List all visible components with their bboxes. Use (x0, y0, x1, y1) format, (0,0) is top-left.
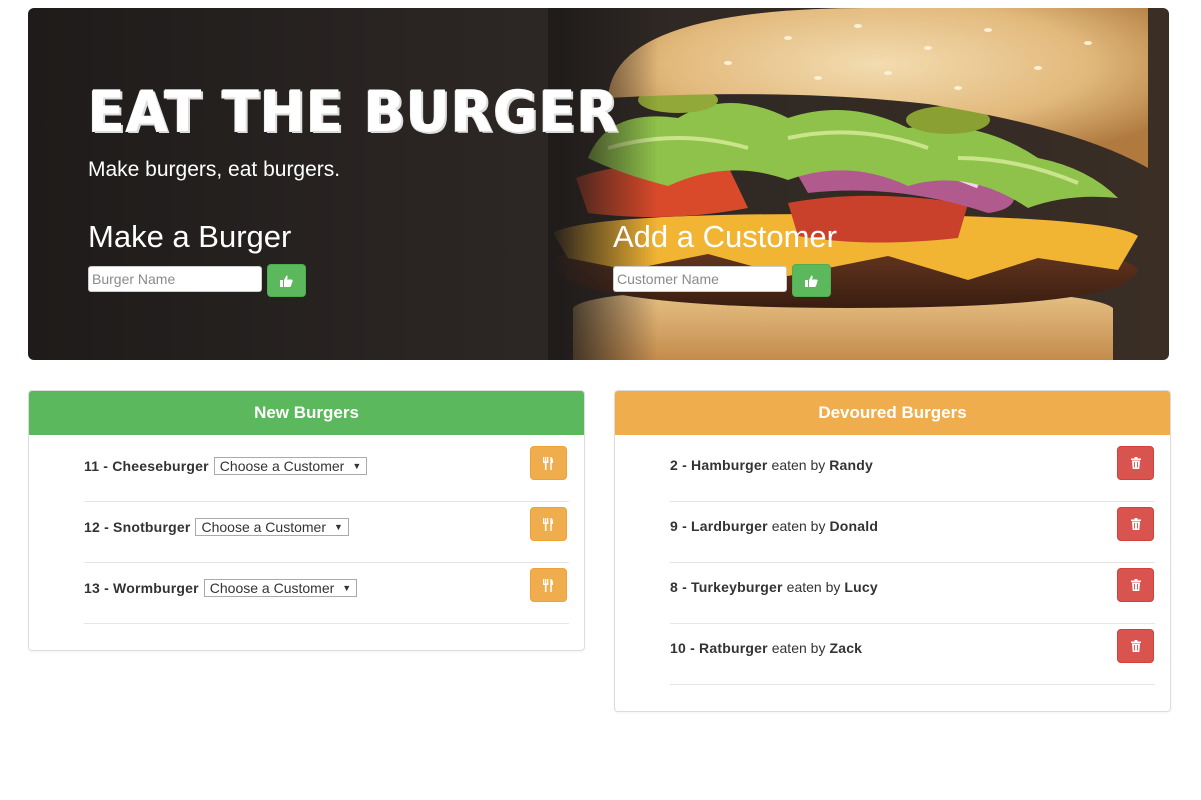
burger-label: 13 - Wormburger Choose a Customer ▼ (84, 579, 358, 597)
devoured-label: 2 - Hamburger eaten by Randy (670, 457, 874, 473)
devoured-label: 8 - Turkeyburger eaten by Lucy (670, 579, 878, 595)
cutlery-icon (543, 517, 554, 531)
list-item: 11 - Cheeseburger Choose a Customer ▼ (84, 441, 569, 502)
delete-button[interactable] (1117, 568, 1154, 602)
new-burgers-panel: New Burgers 11 - Cheeseburger Choose a C… (28, 390, 585, 651)
trash-icon (1130, 518, 1141, 530)
devoured-label: 9 - Lardburger eaten by Donald (670, 518, 879, 534)
add-burger-button[interactable] (267, 264, 306, 297)
add-customer-button[interactable] (792, 264, 831, 297)
customer-select[interactable]: Choose a Customer ▼ (203, 579, 358, 597)
delete-button[interactable] (1117, 507, 1154, 541)
list-item: 8 - Turkeyburger eaten by Lucy (670, 563, 1155, 624)
list-item: 12 - Snotburger Choose a Customer ▼ (84, 502, 569, 563)
devoured-burgers-header: Devoured Burgers (615, 391, 1170, 435)
devour-button[interactable] (530, 568, 567, 602)
devoured-burgers-panel: Devoured Burgers 2 - Hamburger eaten by … (614, 390, 1171, 712)
devour-button[interactable] (530, 507, 567, 541)
page-title: EAT THE BURGER (88, 78, 620, 145)
customer-name-input[interactable] (613, 266, 787, 292)
trash-icon (1130, 579, 1141, 591)
burger-photo (548, 8, 1148, 360)
add-customer-heading: Add a Customer (613, 219, 837, 254)
burger-name-input[interactable] (88, 266, 262, 292)
list-item: 2 - Hamburger eaten by Randy (670, 441, 1155, 502)
customer-select[interactable]: Choose a Customer ▼ (213, 457, 368, 475)
page-subtitle: Make burgers, eat burgers. (88, 158, 341, 181)
burger-label: 12 - Snotburger Choose a Customer ▼ (84, 518, 349, 536)
trash-icon (1130, 457, 1141, 469)
burger-label: 11 - Cheeseburger Choose a Customer ▼ (84, 457, 368, 475)
cutlery-icon (543, 456, 554, 470)
new-burgers-header: New Burgers (29, 391, 584, 435)
thumbs-up-icon (280, 275, 293, 287)
list-item: 9 - Lardburger eaten by Donald (670, 502, 1155, 563)
delete-button[interactable] (1117, 629, 1154, 663)
hero-jumbotron: EAT THE BURGER Make burgers, eat burgers… (28, 8, 1169, 360)
trash-icon (1130, 640, 1141, 652)
devoured-label: 10 - Ratburger eaten by Zack (670, 640, 863, 656)
customer-select[interactable]: Choose a Customer ▼ (195, 518, 349, 536)
thumbs-up-icon (805, 275, 818, 287)
list-item: 10 - Ratburger eaten by Zack (670, 624, 1155, 685)
make-burger-heading: Make a Burger (88, 219, 292, 254)
list-item: 13 - Wormburger Choose a Customer ▼ (84, 563, 569, 624)
cutlery-icon (543, 578, 554, 592)
delete-button[interactable] (1117, 446, 1154, 480)
devour-button[interactable] (530, 446, 567, 480)
